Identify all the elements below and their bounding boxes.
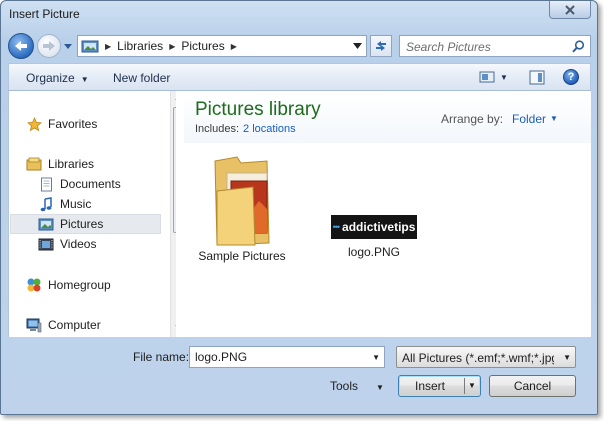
library-includes: Includes: 2 locations [195,123,296,135]
sidebar-item-libraries[interactable]: Libraries [26,154,94,174]
refresh-icon [376,41,386,51]
insert-picture-dialog: Insert Picture ▶ Libraries ▶ Pictures ▶ … [0,0,598,415]
breadcrumb-libraries[interactable]: Libraries [117,39,163,53]
videos-icon [38,236,54,252]
insert-dropdown-icon[interactable]: ▼ [468,381,476,390]
locations-link[interactable]: 2 locations [243,123,296,135]
folder-icon [214,156,270,246]
search-box[interactable] [399,35,591,57]
tools-menu[interactable]: Tools ▼ [330,379,384,393]
file-name: Sample Pictures [198,249,286,263]
title-bar: Insert Picture [1,1,597,29]
documents-icon [38,176,54,192]
breadcrumb-separator-icon[interactable]: ▶ [231,42,237,51]
close-button[interactable] [549,1,591,19]
view-dropdown-icon[interactable]: ▼ [500,73,508,82]
address-dropdown-icon[interactable] [353,43,362,49]
sidebar-item-label: Computer [48,318,101,332]
organize-menu[interactable]: Organize ▼ [26,71,89,85]
chevron-down-icon[interactable]: ▼ [372,353,380,362]
address-bar[interactable]: ▶ Libraries ▶ Pictures ▶ [77,35,367,57]
sidebar-item-pictures[interactable]: Pictures [10,214,161,234]
arrange-by-label: Arrange by: [441,112,504,126]
dots-icon: ••• [332,222,341,232]
file-item-logo[interactable]: ••• addictivetips logo.PNG [324,215,424,259]
search-input[interactable] [406,39,566,54]
file-type-value: All Pictures (*.emf;*.wmf;*.jpg;* [402,351,554,365]
libraries-icon [26,156,42,172]
close-icon [565,4,575,15]
arrange-by-dropdown[interactable]: Folder [512,112,546,126]
new-folder-button[interactable]: New folder [113,71,170,85]
file-type-select[interactable]: All Pictures (*.emf;*.wmf;*.jpg;* ▼ [396,346,576,368]
sidebar-item-label: Documents [60,177,121,191]
file-name-combobox[interactable]: ▼ [189,346,385,368]
sidebar-item-label: Libraries [48,157,95,171]
sidebar-item-documents[interactable]: Documents [38,174,121,194]
forward-button[interactable] [37,34,61,58]
dialog-footer: File name: ▼ All Pictures (*.emf;*.wmf;*… [8,337,591,410]
file-name-input[interactable] [195,350,365,364]
file-item-sample-pictures[interactable]: Sample Pictures [194,151,290,263]
change-view-icon[interactable] [479,71,495,83]
history-dropdown-icon[interactable] [63,42,73,50]
refresh-button[interactable] [370,35,392,57]
sidebar-item-music[interactable]: Music [38,194,91,214]
sidebar-item-label: Videos [60,237,97,251]
music-icon [38,196,54,212]
navigation-pane: Favorites Libraries Documents Music Pict [8,91,185,337]
library-header: Pictures library Includes: 2 locations Ar… [184,91,591,143]
preview-pane-icon[interactable] [529,70,545,85]
sidebar-item-label: Homegroup [48,278,111,292]
sidebar-item-homegroup[interactable]: Homegroup [26,275,111,295]
thumbnail-text: addictivetips [342,220,416,234]
file-name-label: File name: [133,350,190,364]
homegroup-icon [26,277,42,293]
sidebar-item-favorites[interactable]: Favorites [26,114,97,134]
insert-button[interactable]: Insert ▼ [398,375,481,397]
back-button[interactable] [8,33,34,59]
search-icon[interactable] [572,40,585,53]
computer-icon [26,317,42,333]
star-icon [26,116,42,132]
window-title: Insert Picture [9,7,80,21]
sidebar-item-label: Pictures [60,217,104,231]
command-bar: Organize ▼ New folder ▼ ? [8,63,591,91]
arrow-left-icon [15,41,27,51]
tools-label: Tools [330,379,359,393]
image-thumbnail: ••• addictivetips [331,215,417,239]
includes-label: Includes: [195,123,240,135]
organize-label: Organize [26,71,75,85]
cancel-button[interactable]: Cancel [489,375,576,397]
sidebar-item-label: Favorites [48,117,98,131]
breadcrumb-separator-icon[interactable]: ▶ [169,42,175,51]
insert-label: Insert [415,379,446,393]
chevron-down-icon[interactable]: ▼ [550,114,558,123]
pictures-icon [38,216,54,232]
pictures-library-icon [81,40,99,53]
navigation-row: ▶ Libraries ▶ Pictures ▶ [1,29,597,63]
chevron-down-icon: ▼ [563,353,571,362]
library-title: Pictures library [195,99,321,120]
sidebar-item-label: Music [60,197,92,211]
file-list-pane: Pictures library Includes: 2 locations Ar… [184,91,591,337]
sidebar-item-videos[interactable]: Videos [38,234,96,254]
chevron-down-icon: ▼ [376,383,384,392]
split-divider [464,378,465,394]
pane-splitter[interactable] [176,91,184,337]
arrow-right-icon [43,41,55,51]
chevron-down-icon: ▼ [80,75,89,84]
breadcrumb-separator-icon[interactable]: ▶ [105,42,111,51]
breadcrumb-pictures[interactable]: Pictures [181,39,224,53]
sidebar-item-computer[interactable]: Computer [26,315,101,335]
file-name: logo.PNG [347,245,401,259]
help-icon[interactable]: ? [563,69,579,85]
